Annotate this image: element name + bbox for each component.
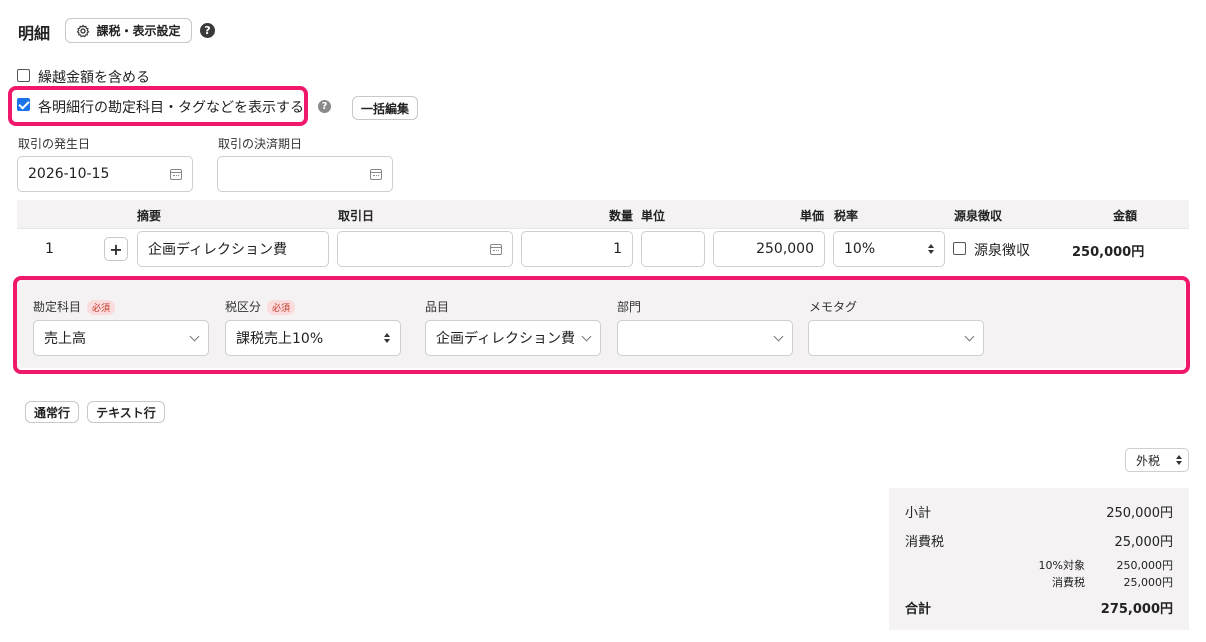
item-label: 品目 [425, 300, 450, 314]
updown-icon [1176, 455, 1182, 465]
include-carryover-label: 繰越金額を含める [38, 70, 150, 86]
add-normal-row-button[interactable]: 通常行 [25, 401, 79, 423]
target-label: 10%対象 [1038, 559, 1085, 572]
header-unit: 単位 [641, 209, 666, 223]
payment-date-input[interactable] [217, 156, 393, 192]
header-unit-price: 単価 [800, 209, 825, 223]
quantity-input[interactable]: 1 [521, 231, 633, 267]
memo-tag-label: メモタグ [809, 300, 858, 314]
summary-value: 企画ディレクション費 [148, 242, 288, 258]
unit-input[interactable] [641, 231, 705, 267]
subtotal-value: 250,000円 [1106, 506, 1173, 521]
account-label-text: 勘定科目 [33, 300, 82, 314]
calendar-icon[interactable] [490, 243, 502, 255]
tax-mode-select[interactable]: 外税 [1125, 448, 1189, 472]
unit-price-input[interactable]: 250,000 [713, 231, 825, 267]
total-value: 275,000円 [1100, 602, 1173, 617]
header-tax-rate: 税率 [834, 209, 859, 223]
required-badge: 必須 [267, 300, 296, 315]
subtotal-label: 小計 [905, 506, 932, 521]
tax-rate-select[interactable]: 10% [833, 231, 945, 267]
target-value: 250,000円 [1116, 559, 1174, 572]
tax-display-settings-button[interactable]: 課税・表示設定 [65, 18, 192, 43]
page-title: 明細 [18, 24, 51, 43]
table-header: 摘要 取引日 数量 単位 単価 税率 源泉徴収 金額 [17, 200, 1189, 228]
add-text-row-button[interactable]: テキスト行 [87, 401, 165, 423]
department-label: 部門 [617, 300, 642, 314]
withholding-checkbox[interactable] [953, 242, 966, 255]
transaction-date-input[interactable] [337, 231, 513, 267]
tax-category-select[interactable]: 課税売上10% [225, 320, 401, 356]
chevron-down-icon [773, 331, 784, 341]
account-value: 売上高 [44, 331, 86, 347]
item-select[interactable]: 企画ディレクション費 [425, 320, 601, 356]
memo-tag-select[interactable] [808, 320, 984, 356]
updown-icon [384, 333, 390, 343]
calendar-icon[interactable] [170, 168, 182, 180]
withholding-label: 源泉徴収 [974, 243, 1030, 259]
tax-mode-value: 外税 [1136, 453, 1161, 468]
tax-label: 消費税 [905, 535, 945, 550]
header-date: 取引日 [338, 209, 375, 223]
gear-icon [77, 24, 90, 37]
summary-input[interactable]: 企画ディレクション費 [137, 231, 329, 267]
help-icon[interactable]: ? [318, 100, 331, 113]
chevron-down-icon [964, 331, 975, 341]
required-badge: 必須 [87, 300, 116, 315]
header-quantity: 数量 [609, 209, 634, 223]
issue-date-label: 取引の発生日 [18, 137, 91, 151]
target-tax-label: 消費税 [1052, 576, 1085, 589]
quantity-value: 1 [613, 241, 622, 257]
payment-date-label: 取引の決済期日 [218, 137, 303, 151]
row-number: 1 [45, 241, 54, 257]
help-icon[interactable]: ? [200, 23, 215, 38]
header-withholding: 源泉徴収 [954, 209, 1003, 223]
department-select[interactable] [617, 320, 793, 356]
header-amount: 金額 [1113, 209, 1138, 223]
calendar-icon[interactable] [370, 168, 382, 180]
issue-date-value: 2026-10-15 [28, 166, 110, 182]
bulk-edit-button[interactable]: 一括編集 [352, 96, 418, 120]
table-divider [17, 228, 1189, 229]
chevron-down-icon [581, 331, 592, 341]
add-row-button[interactable]: + [104, 237, 128, 261]
updown-icon [928, 244, 934, 254]
header-summary: 摘要 [137, 209, 162, 223]
include-carryover-checkbox[interactable] [17, 69, 30, 82]
tax-category-label-text: 税区分 [225, 300, 262, 314]
total-label: 合計 [905, 602, 932, 617]
account-select[interactable]: 売上高 [33, 320, 209, 356]
highlight-show-tags [8, 86, 308, 126]
tax-category-value: 課税売上10% [236, 331, 324, 347]
tax-value: 25,000円 [1114, 535, 1174, 550]
totals-panel: 小計 250,000円 消費税 25,000円 10%対象 250,000円 消… [889, 488, 1189, 630]
target-tax-value: 25,000円 [1123, 576, 1174, 589]
issue-date-input[interactable]: 2026-10-15 [17, 156, 193, 192]
item-value: 企画ディレクション費 [436, 331, 576, 347]
tax-category-label: 税区分 必須 [225, 298, 296, 315]
chevron-down-icon [189, 331, 200, 341]
settings-button-label: 課税・表示設定 [96, 24, 181, 38]
account-label: 勘定科目 必須 [33, 298, 116, 315]
unit-price-value: 250,000 [756, 241, 814, 257]
row-amount: 250,000円 [1072, 245, 1145, 260]
tax-rate-value: 10% [844, 241, 876, 257]
